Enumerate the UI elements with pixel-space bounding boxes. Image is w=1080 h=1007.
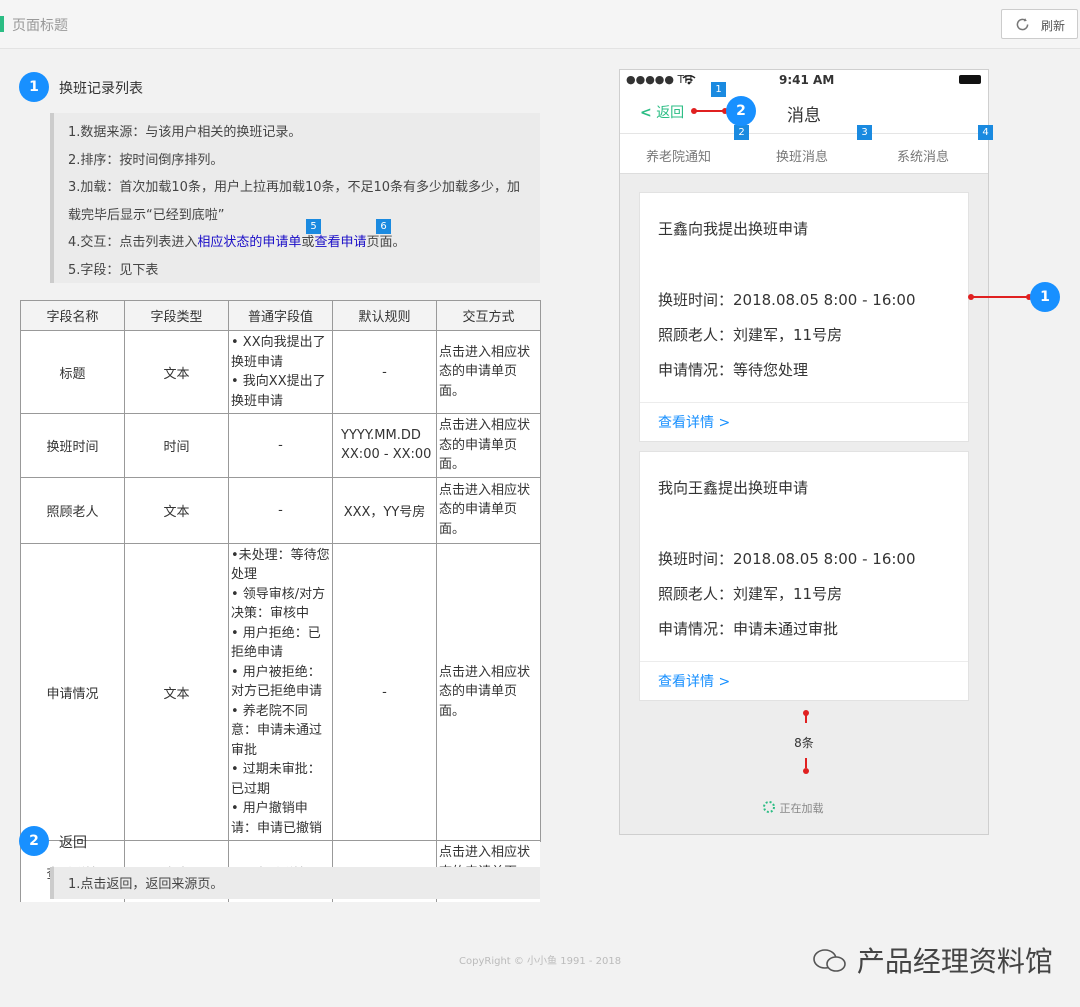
wifi-icon [682,74,696,85]
card-divider [640,661,968,662]
note-fields: 5.字段：见下表 [68,262,159,278]
copyright: CopyRight © 小小鱼 1991 - 2018 [459,956,622,967]
cell-value: - [228,476,333,544]
card-title: 王鑫向我提出换班申请 [658,220,809,238]
card-time: 换班时间：2018.08.05 8:00 - 16:00 [658,550,916,568]
note-loading: 3.加载：首次加载10条，用户上拉再加载10条，不足10条有多少加载多少，加 [68,180,521,195]
cell-action: 点击进入相应状态的申请单页面。 [436,330,541,414]
cell-name: 换班时间 [20,413,125,478]
col-header-value: 普通字段值 [228,300,333,331]
table-row: 申请情况 文本 •未处理：等待您处理 • 领导审核/对方决策：审核中 • 用户拒… [20,542,541,842]
cell-action: 点击进入相应状态的申请单页面。 [436,413,541,478]
spacing-label: 8条 [794,736,814,750]
loading-label: 正在加载 [779,802,824,815]
cell-rule: - [332,330,437,414]
cell-name: 照顾老人 [20,476,125,544]
refresh-button[interactable]: 刷新 [1001,9,1078,39]
spacing-line-bottom [805,758,807,768]
cell-action: 点击进入相应状态的申请单页面。 [436,542,541,842]
phone-tag-3: 3 [857,125,872,140]
title-accent-bar [0,16,4,32]
shift-card[interactable]: 王鑫向我提出换班申请 换班时间：2018.08.05 8:00 - 16:00 … [639,192,969,442]
cell-rule: YYYY.MM.DD XX:00 - XX:00 [332,413,437,478]
view-detail-link[interactable]: 查看详情 > [658,412,730,432]
nav-bar: < 返回 消息 [620,90,988,134]
watermark: 产品经理资料馆 [812,940,1053,980]
cell-type: 时间 [124,413,229,478]
status-time: 9:41 AM [779,73,835,87]
cell-action: 点击进入相应状态的申请单页面。 [436,476,541,544]
shift-card[interactable]: 我向王鑫提出换班申请 换班时间：2018.08.05 8:00 - 16:00 … [639,451,969,701]
list-notes: 1.数据来源：与该用户相关的换班记录。 2.排序：按时间倒序排列。 3.加载：首… [50,113,540,283]
card-elder: 照顾老人：刘建军，11号房 [658,585,843,603]
phone-mockup: ●●●●● TH 9:41 AM < 返回 消息 养老院通知 换班消息 系统消息… [619,69,989,835]
section-number-2: 2 [19,826,49,856]
col-header-name: 字段名称 [20,300,125,331]
cell-type: 文本 [124,330,229,414]
note-interaction: 4.交互：点击列表进入相应状态的申请单或查看申请页面。 [68,235,406,250]
card-marker-line [971,296,1031,298]
phone-marker-2: 2 [726,96,756,126]
table-row: 照顾老人 文本 - XXX，YY号房 点击进入相应状态的申请单页面。 [20,476,541,544]
spacing-marker-bottom [803,768,809,774]
cell-name: 标题 [20,330,125,414]
phone-marker-1: 1 [1030,282,1060,312]
note-sort: 2.排序：按时间倒序排列。 [68,152,224,168]
cell-value: - [228,413,333,478]
cell-rule: - [332,542,437,842]
page-title: 页面标题 [12,18,68,34]
note-source: 1.数据来源：与该用户相关的换班记录。 [68,125,302,140]
tab-shift-message[interactable]: 换班消息 [776,146,828,165]
cell-value: •未处理：等待您处理 • 领导审核/对方决策：审核中 • 用户拒绝：已拒绝申请 … [228,542,333,842]
tab-nursing-notice[interactable]: 养老院通知 [646,146,711,165]
table-row: 换班时间 时间 - YYYY.MM.DD XX:00 - XX:00 点击进入相… [20,413,541,478]
battery-icon [959,75,981,84]
cell-name: 申请情况 [20,542,125,842]
section-number-1: 1 [19,72,49,102]
watermark-text: 产品经理资料馆 [856,945,1053,978]
phone-tag-2: 2 [734,125,749,140]
card-elder: 照顾老人：刘建军，11号房 [658,326,843,344]
card-status: 申请情况：申请未通过审批 [658,620,839,638]
annotation-tag-5: 5 [306,219,321,234]
message-tabs: 养老院通知 换班消息 系统消息 [620,134,988,174]
note-loading-end: 载完毕后显示“已经到底啦” [68,207,225,223]
nav-title: 消息 [787,106,821,126]
status-bar: ●●●●● TH 9:41 AM [620,70,988,90]
section-title-list: 换班记录列表 [59,81,143,97]
col-header-rule: 默认规则 [332,300,437,331]
col-header-type: 字段类型 [124,300,229,331]
loading-indicator: 正在加载 [762,800,824,816]
link-view-apply[interactable]: 查看申请 [314,235,366,250]
fields-table: 字段名称 字段类型 普通字段值 默认规则 交互方式 标题 文本 • XX向我提出… [20,300,541,842]
card-title: 我向王鑫提出换班申请 [658,479,809,497]
card-status: 申请情况：等待您处理 [658,361,809,379]
back-notes: 1.点击返回，返回来源页。 [50,867,540,899]
refresh-icon [1016,18,1029,31]
top-bar: 页面标题 刷新 [0,0,1080,49]
cell-value: • XX向我提出了换班申请 • 我向XX提出了换班申请 [228,330,333,414]
annotation-tag-6: 6 [376,219,391,234]
spacing-line-top [805,713,807,723]
col-header-action: 交互方式 [436,300,541,331]
spinner-icon [763,801,775,813]
phone-tag-1: 1 [711,82,726,97]
link-apply-form[interactable]: 相应状态的申请单 [197,235,301,250]
card-time: 换班时间：2018.08.05 8:00 - 16:00 [658,291,916,309]
cell-type: 文本 [124,542,229,842]
tab-system-message[interactable]: 系统消息 [897,146,949,165]
table-row: 标题 文本 • XX向我提出了换班申请 • 我向XX提出了换班申请 - 点击进入… [20,330,541,414]
cell-rule: XXX，YY号房 [332,476,437,544]
wechat-icon [813,949,846,972]
view-detail-link[interactable]: 查看详情 > [658,671,730,691]
refresh-label: 刷新 [1041,19,1066,33]
section-title-back: 返回 [59,835,87,851]
phone-tag-4: 4 [978,125,993,140]
cell-type: 文本 [124,476,229,544]
card-divider [640,402,968,403]
